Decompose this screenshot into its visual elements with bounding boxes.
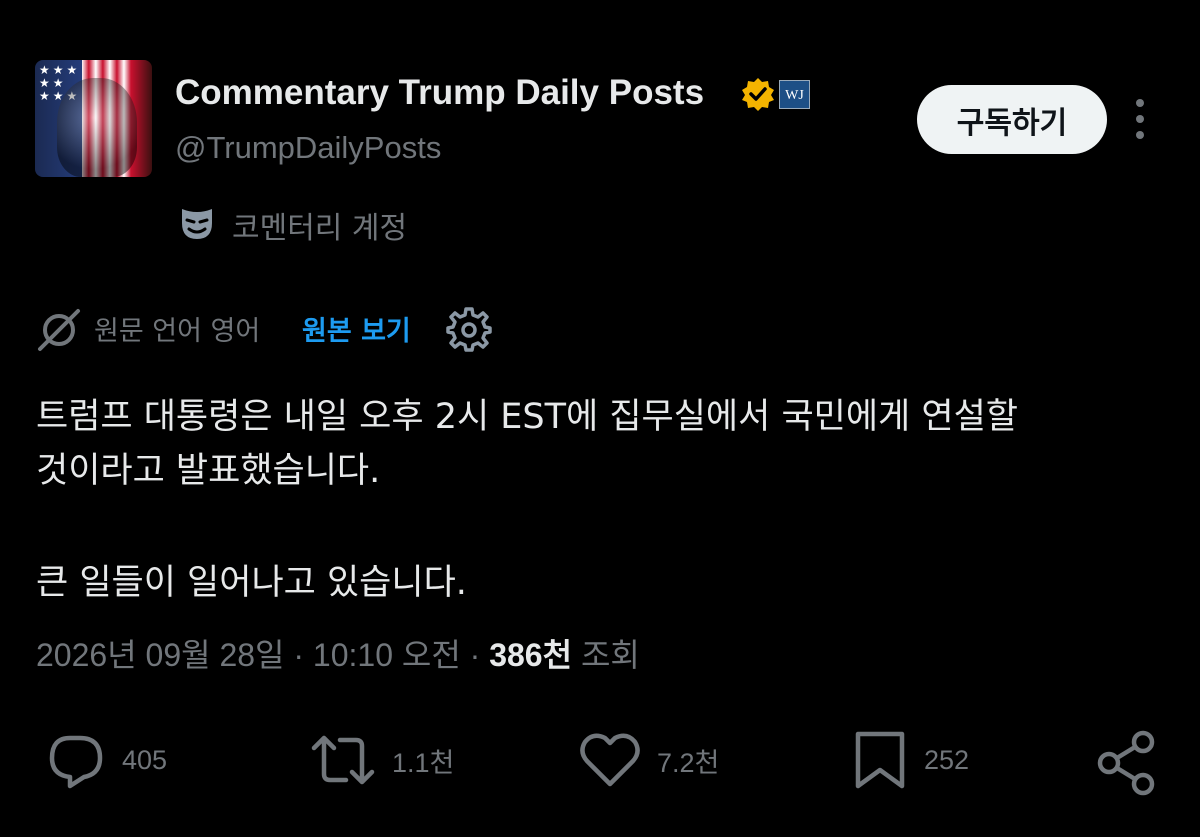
retweet-count: 1.1천 <box>392 747 455 778</box>
share-icon <box>1097 730 1155 796</box>
retweet-button[interactable]: 1.1천 <box>310 730 454 790</box>
gear-icon[interactable] <box>446 307 492 353</box>
share-button[interactable] <box>1097 730 1157 796</box>
heart-icon <box>580 733 640 787</box>
commentary-account-label: 코멘터리 계정 <box>232 211 408 246</box>
bookmark-icon <box>855 731 905 789</box>
tweet-text: 트럼프 대통령은 내일 오후 2시 EST에 집무실에서 국민에게 연설할 것이… <box>36 390 1166 610</box>
translate-icon <box>36 307 82 353</box>
view-count: 386천 <box>489 637 573 673</box>
bookmark-button[interactable]: 252 <box>852 730 969 790</box>
tweet-line: 큰 일들이 일어나고 있습니다. <box>36 563 467 603</box>
bookmark-count: 252 <box>924 744 970 775</box>
affiliate-badge[interactable]: WJ <box>779 80 810 109</box>
portrait-face <box>57 78 137 177</box>
tweet-line: 트럼프 대통령은 내일 오후 2시 EST에 집무실에서 국민에게 연설할 <box>36 397 1018 437</box>
subscribe-button[interactable]: 구독하기 <box>917 85 1107 154</box>
tweet-meta: 2026년 09월 28일 · 10:10 오전 · 386천 조회 <box>36 630 640 676</box>
display-name[interactable]: Commentary Trump Daily Posts <box>175 73 704 113</box>
like-count: 7.2천 <box>657 747 720 778</box>
tweet-line: 것이라고 발표했습니다. <box>36 451 381 491</box>
reply-icon <box>49 735 103 789</box>
reply-button[interactable]: 405 <box>46 730 167 790</box>
more-vertical-icon[interactable] <box>1125 97 1155 141</box>
show-original-link[interactable]: 원본 보기 <box>302 309 411 348</box>
like-button[interactable]: 7.2천 <box>579 730 719 790</box>
views-label: 조회 <box>572 637 640 673</box>
retweet-icon <box>311 735 375 785</box>
timestamp[interactable]: 2026년 09월 28일 · 10:10 오전 · <box>36 637 489 673</box>
source-language-label: 원문 언어 영어 <box>94 316 261 347</box>
reply-count: 405 <box>122 744 168 775</box>
mask-icon <box>178 205 216 243</box>
avatar[interactable]: ★★★ ★★ ★★★ <box>35 60 152 177</box>
verified-badge-icon[interactable] <box>740 76 776 112</box>
handle[interactable]: @TrumpDailyPosts <box>175 130 441 166</box>
